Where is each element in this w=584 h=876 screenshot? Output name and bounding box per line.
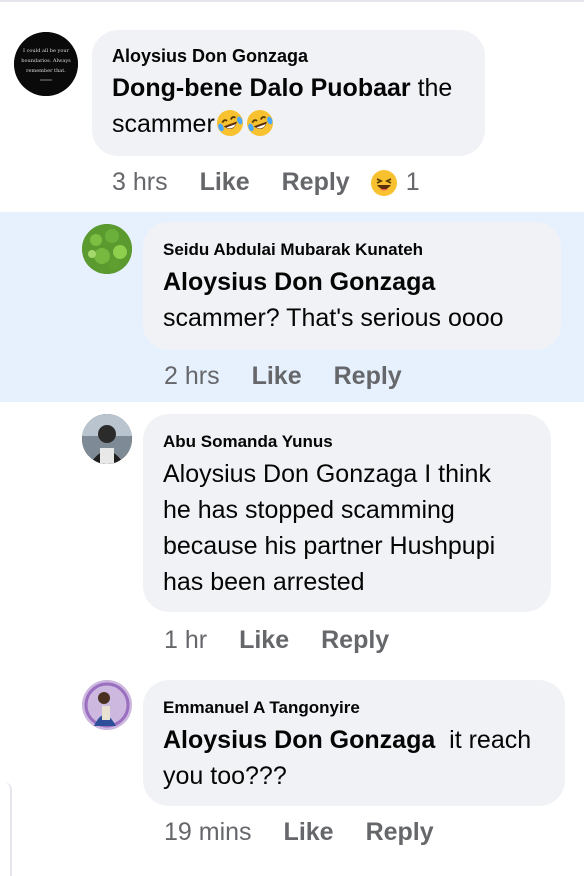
mention-link[interactable]: Aloysius Don Gonzaga [163, 726, 435, 754]
reply-button[interactable]: Reply [366, 818, 434, 847]
comment-text-part: the [410, 74, 453, 102]
comment-actions: 1 hr Like Reply [164, 626, 389, 655]
comment-3: Abu Somanda Yunus Aloysius Don Gonzaga I… [0, 402, 584, 670]
comment-author[interactable]: Aloysius Don Gonzaga [112, 46, 308, 67]
comment-timestamp[interactable]: 19 mins [164, 818, 252, 847]
comment-author[interactable]: Emmanuel A Tangonyire [163, 698, 360, 718]
comment-text: Aloysius Don Gonzaga it reach you too??? [163, 722, 531, 794]
comment-text-line: Aloysius Don Gonzaga I think [163, 460, 491, 488]
avatar[interactable]: I could all be your boundarios. Always r… [14, 32, 78, 96]
comment-timestamp[interactable]: 1 hr [164, 626, 207, 655]
comment-1: I could all be your boundarios. Always r… [0, 0, 584, 212]
reply-button[interactable]: Reply [282, 168, 350, 197]
avatar-image [82, 680, 132, 730]
comment-bubble: Aloysius Don Gonzaga Dong-bene Dalo Puob… [92, 30, 485, 156]
reaction-summary[interactable]: 1 [370, 168, 420, 197]
comment-4: Emmanuel A Tangonyire Aloysius Don Gonza… [0, 670, 584, 876]
comment-2: Seidu Abdulai Mubarak Kunateh Aloysius D… [0, 212, 584, 402]
avatar-quote-line-3: remember that. [26, 68, 66, 74]
thread-edge [0, 782, 12, 876]
avatar[interactable] [82, 680, 132, 730]
avatar-quote-line-1: I could all be your [23, 48, 70, 54]
comment-actions: 3 hrs Like Reply 1 [112, 168, 420, 197]
comment-actions: 2 hrs Like Reply [164, 362, 402, 391]
comment-bubble: Abu Somanda Yunus Aloysius Don Gonzaga I… [143, 414, 551, 612]
comment-author[interactable]: Abu Somanda Yunus [163, 432, 333, 452]
mention-link[interactable]: Aloysius Don Gonzaga [163, 268, 435, 296]
comment-text: Aloysius Don Gonzaga scammer? That's ser… [163, 264, 504, 336]
comment-text-line: because his partner Hushpupi [163, 532, 496, 560]
comment-bubble: Seidu Abdulai Mubarak Kunateh Aloysius D… [143, 222, 561, 350]
like-button[interactable]: Like [252, 362, 302, 391]
comment-text-line: has been arrested [163, 568, 365, 596]
like-button[interactable]: Like [284, 818, 334, 847]
comment-author[interactable]: Seidu Abdulai Mubarak Kunateh [163, 240, 423, 260]
rofl-emoji-icon [245, 107, 275, 143]
like-button[interactable]: Like [200, 168, 250, 197]
comment-timestamp[interactable]: 3 hrs [112, 168, 168, 197]
comment-actions: 19 mins Like Reply [164, 818, 434, 847]
rofl-emoji-icon [215, 107, 245, 143]
reply-button[interactable]: Reply [334, 362, 402, 391]
reaction-count: 1 [405, 168, 420, 196]
avatar-image [82, 414, 132, 464]
comment-bubble: Emmanuel A Tangonyire Aloysius Don Gonza… [143, 680, 565, 806]
comment-text-line: he has stopped scamming [163, 496, 455, 524]
comment-text-line-2: you too??? [163, 762, 287, 790]
avatar[interactable] [82, 414, 132, 464]
comment-thread: I could all be your boundarios. Always r… [0, 0, 584, 876]
comment-text-line: scammer? That's serious oooo [163, 304, 504, 332]
comment-text-line-2: scammer [112, 110, 215, 138]
laughing-emoji-icon [370, 169, 397, 196]
reply-button[interactable]: Reply [321, 626, 389, 655]
avatar[interactable] [82, 224, 132, 274]
like-button[interactable]: Like [239, 626, 289, 655]
comment-text-part: it reach [435, 726, 532, 754]
avatar-quote-line-2: boundarios. Always [21, 58, 71, 64]
comment-text: Aloysius Don Gonzaga I think he has stop… [163, 456, 495, 600]
comment-timestamp[interactable]: 2 hrs [164, 362, 220, 391]
avatar-image: I could all be your boundarios. Always r… [14, 32, 78, 96]
avatar-image [82, 224, 132, 274]
mention-link[interactable]: Dong-bene Dalo Puobaar [112, 74, 411, 102]
comment-text: Dong-bene Dalo Puobaar the scammer [112, 70, 452, 143]
